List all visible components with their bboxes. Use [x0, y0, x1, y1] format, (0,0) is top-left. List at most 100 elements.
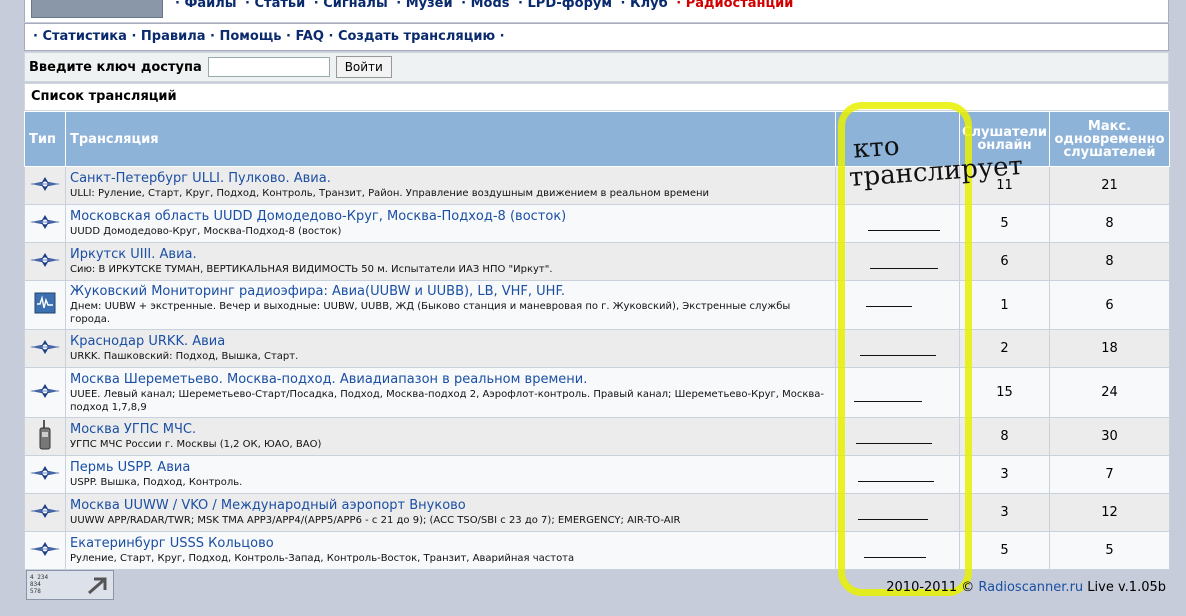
table-row[interactable]: Москва UUWW / VKO / Международный аэропо… — [24, 493, 1170, 532]
nav-articles[interactable]: · Статьи — [245, 0, 305, 11]
nav-radiostations[interactable]: · Радиостанции — [676, 0, 793, 11]
stream-title-link[interactable]: Пермь USPP. Авиа — [70, 460, 831, 476]
handwritten-dash — [860, 354, 936, 356]
plane-icon — [29, 252, 61, 272]
stream-title-link[interactable]: Жуковский Мониторинг радиоэфира: Авиа(UU… — [70, 284, 831, 300]
top-nav-links: · Файлы · Статьи · Сигналы · Музеи · Mod… — [175, 0, 797, 11]
footer-site-link[interactable]: Radioscanner.ru — [978, 580, 1083, 595]
stream-description: Руление, Старт, Круг, Подход, Контроль-З… — [70, 553, 575, 564]
table-row[interactable]: Москва УГПС МЧС. УГПС МЧС России г. Москв… — [24, 417, 1170, 456]
stream-title-link[interactable]: Московская область UUDD Домодедово-Круг,… — [70, 209, 831, 225]
row-who-cell — [835, 280, 960, 330]
table-row[interactable]: Екатеринбург USSS Кольцово Руление, Старт… — [24, 531, 1170, 570]
nav-club[interactable]: · Клуб — [621, 0, 668, 11]
handwritten-dash — [868, 229, 940, 231]
row-type-cell — [24, 166, 66, 205]
stream-description: UUDD Домодедово-Круг, Москва-Подход-8 (в… — [70, 226, 342, 237]
stream-description: UUEE. Левый канал; Шереметьево-Старт/Пос… — [70, 388, 825, 413]
stream-title-link[interactable]: Екатеринбург USSS Кольцово — [70, 536, 831, 552]
max-listeners: 5 — [1049, 531, 1170, 570]
row-type-cell — [24, 367, 66, 418]
row-who-cell — [835, 329, 960, 368]
listeners-online: 3 — [959, 493, 1050, 532]
counter-digits: 4 234 834 578 — [30, 574, 48, 595]
table-row[interactable]: Иркутск UIII. Авиа. Сию: В ИРКУТСКЕ ТУМАН… — [24, 242, 1170, 281]
site-logo[interactable] — [31, 0, 163, 18]
row-type-cell — [24, 493, 66, 532]
subnav-rules[interactable]: · Правила — [131, 29, 205, 44]
stream-title-link[interactable]: Санкт-Петербург ULLI. Пулково. Авиа. — [70, 171, 831, 187]
subnav-faq[interactable]: · FAQ — [286, 29, 324, 44]
stream-description: Днем: UUBW + экстренные. Вечер и выходны… — [70, 301, 791, 325]
footer: 2010-2011 © Radioscanner.ru Live v.1.05b — [886, 580, 1166, 595]
row-type-cell — [24, 417, 66, 456]
counter-line3: 578 — [30, 588, 41, 595]
stream-title-link[interactable]: Москва Шереметьево. Москва-подход. Авиад… — [70, 372, 831, 388]
plane-icon — [29, 503, 61, 523]
sub-navigation: · Статистика · Правила · Помощь · FAQ · … — [24, 23, 1169, 51]
row-stream-cell: Екатеринбург USSS Кольцово Руление, Старт… — [65, 531, 836, 570]
footer-years: 2010-2011 © — [886, 580, 975, 595]
login-button[interactable]: Войти — [335, 56, 392, 78]
subnav-statistics[interactable]: · Статистика — [33, 29, 127, 44]
arrow-icon — [88, 577, 107, 595]
listeners-online: 5 — [959, 531, 1050, 570]
listeners-online: 5 — [959, 204, 1050, 243]
max-listeners: 7 — [1049, 455, 1170, 494]
row-type-cell — [24, 329, 66, 368]
plane-icon — [29, 339, 61, 359]
stream-title-link[interactable]: Москва УГПС МЧС. — [70, 422, 831, 438]
max-listeners: 18 — [1049, 329, 1170, 368]
handwritten-dash — [864, 556, 926, 558]
stream-title-link[interactable]: Краснодар URKK. Авиа — [70, 334, 831, 350]
nav-mods[interactable]: · Mods — [461, 0, 509, 11]
subnav-help[interactable]: · Помощь — [210, 29, 281, 44]
plane-icon — [29, 541, 61, 561]
plane-icon — [29, 383, 61, 403]
nav-lpd-forum[interactable]: · LPD-форум — [518, 0, 612, 11]
row-type-cell — [24, 280, 66, 330]
row-stream-cell: Краснодар URKK. Авиа URKK. Пашковский: По… — [65, 329, 836, 368]
access-key-form: Введите ключ доступа Войти — [24, 52, 1169, 82]
row-who-cell — [835, 493, 960, 532]
table-row[interactable]: Жуковский Мониторинг радиоэфира: Авиа(UU… — [24, 280, 1170, 330]
handwritten-dash — [854, 400, 922, 402]
visit-counter[interactable]: 4 234 834 578 — [26, 570, 114, 600]
stream-title-link[interactable]: Иркутск UIII. Авиа. — [70, 247, 831, 263]
row-who-cell — [835, 531, 960, 570]
listeners-online: 15 — [959, 367, 1050, 418]
counter-line2: 834 — [30, 581, 41, 588]
listeners-online: 6 — [959, 242, 1050, 281]
row-stream-cell: Санкт-Петербург ULLI. Пулково. Авиа. ULLI… — [65, 166, 836, 205]
footer-version: Live v.1.05b — [1087, 580, 1166, 595]
handwritten-dash — [870, 267, 938, 269]
max-listeners: 8 — [1049, 204, 1170, 243]
nav-signals[interactable]: · Сигналы — [314, 0, 388, 11]
table-row[interactable]: Пермь USPP. Авиа USPP. Вышка, Подход, Кон… — [24, 455, 1170, 494]
table-row[interactable]: Москва Шереметьево. Москва-подход. Авиад… — [24, 367, 1170, 418]
plane-icon — [29, 176, 61, 196]
table-row[interactable]: Московская область UUDD Домодедово-Круг,… — [24, 204, 1170, 243]
access-key-input[interactable] — [207, 57, 330, 77]
plane-icon — [29, 214, 61, 234]
stream-description: UUWW APP/RADAR/TWR; MSK TMA APP3/APP4/(A… — [70, 515, 681, 526]
stream-title-link[interactable]: Москва UUWW / VKO / Международный аэропо… — [70, 498, 831, 514]
max-listeners: 8 — [1049, 242, 1170, 281]
page-container: · Файлы · Статьи · Сигналы · Музеи · Mod… — [24, 0, 1170, 570]
stream-list-title: Список трансляций — [24, 83, 1169, 111]
subnav-create-stream[interactable]: · Создать трансляцию · — [329, 29, 505, 44]
nav-museums[interactable]: · Музеи — [396, 0, 452, 11]
nav-files[interactable]: · Файлы — [175, 0, 237, 11]
table-row[interactable]: Краснодар URKK. Авиа URKK. Пашковский: По… — [24, 329, 1170, 368]
col-max: Макс. одновременно слушателей — [1049, 111, 1170, 167]
radio-icon — [38, 419, 52, 454]
row-stream-cell: Московская область UUDD Домодедово-Круг,… — [65, 204, 836, 243]
stream-description: URKK. Пашковский: Подход, Вышка, Старт. — [70, 351, 299, 362]
max-listeners: 12 — [1049, 493, 1170, 532]
row-who-cell — [835, 417, 960, 456]
row-stream-cell: Москва UUWW / VKO / Международный аэропо… — [65, 493, 836, 532]
listeners-online: 2 — [959, 329, 1050, 368]
max-listeners: 21 — [1049, 166, 1170, 205]
handwritten-dash — [866, 305, 912, 307]
row-type-cell — [24, 204, 66, 243]
